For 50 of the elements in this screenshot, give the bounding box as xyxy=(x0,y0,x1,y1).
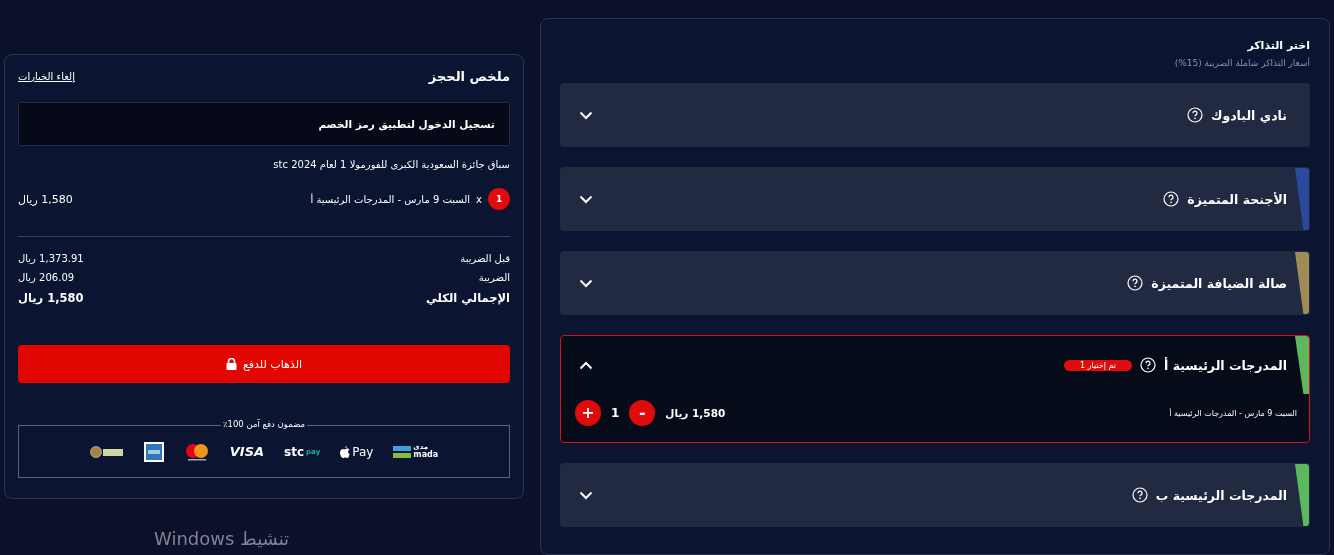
option-description: السبت 9 مارس - المدرجات الرئيسية أ xyxy=(1169,408,1297,418)
quantity-badge: 1 xyxy=(488,188,510,210)
increase-button[interactable]: + xyxy=(575,400,601,426)
decrease-button[interactable]: - xyxy=(629,400,656,426)
section-title: اختر التذاكر xyxy=(1246,39,1310,52)
event-name: سباق جائزة السعودية الكبرى للفورمولا 1 لعام stc 2024 xyxy=(272,159,510,170)
ticket-category-card[interactable]: الأجنحة المتميزة xyxy=(560,167,1310,231)
category-name: صالة الضيافة المتميزة xyxy=(1151,275,1287,291)
help-icon[interactable] xyxy=(1186,107,1203,123)
selection-badge: تم إختيار 1 xyxy=(1064,359,1132,371)
panel-title: ملخص الحجز xyxy=(428,69,510,84)
category-name: المدرجات الرئيسية أ xyxy=(1164,357,1287,373)
total-value: 1,580 ريال xyxy=(18,291,84,305)
help-icon[interactable] xyxy=(1163,191,1180,207)
visa-logo: VISA xyxy=(229,444,265,459)
help-icon[interactable] xyxy=(1131,487,1148,503)
amex-logo xyxy=(143,441,164,462)
apple-pay-logo: Pay xyxy=(340,444,374,459)
chevron-down-icon[interactable] xyxy=(579,278,593,288)
category-name: نادي البادوك xyxy=(1210,107,1287,123)
chevron-down-icon[interactable] xyxy=(579,490,593,500)
login-discount-banner[interactable]: تسجيل الدخول لتطبيق رمز الخصم xyxy=(18,102,510,146)
ticket-price: 1,580 ريال xyxy=(18,192,73,206)
category-name: المدرجات الرئيسية ب xyxy=(1155,487,1287,503)
help-icon[interactable] xyxy=(1127,275,1144,291)
multiply-sign: x xyxy=(476,193,482,205)
certification-badge-icon xyxy=(89,445,124,458)
activation-watermark-text: تنشيط Windows xyxy=(154,528,290,550)
total-value: 206.09 ريال xyxy=(18,272,75,283)
help-icon[interactable] xyxy=(1140,357,1156,373)
option-price: 1,580 ريال xyxy=(665,407,726,419)
total-label: قبل الضريبة xyxy=(460,253,510,264)
secure-payment-caption: مضمون دفع آمن 100٪ xyxy=(220,419,308,429)
ticket-category-card[interactable]: صالة الضيافة المتميزة xyxy=(560,251,1310,315)
ticket-category-card[interactable]: نادي البادوك xyxy=(560,83,1310,147)
chevron-up-icon[interactable] xyxy=(579,360,593,370)
ticket-description: السبت 9 مارس - المدرجات الرئيسية أ xyxy=(310,193,471,205)
cancel-options-link[interactable]: إلغاء الخيارات xyxy=(18,71,75,82)
chevron-down-icon[interactable] xyxy=(579,110,593,120)
total-value: 1,373.91 ريال xyxy=(18,253,84,264)
total-label: الضريبة xyxy=(478,272,510,283)
ticket-category-card[interactable]: المدرجات الرئيسية ب xyxy=(560,463,1310,527)
chevron-down-icon[interactable] xyxy=(579,194,593,204)
checkout-button[interactable]: الذهاب للدفع xyxy=(18,345,510,383)
category-name: الأجنحة المتميزة xyxy=(1187,191,1287,207)
lock-icon xyxy=(225,358,237,370)
mastercard-logo xyxy=(183,442,210,461)
tax-note: أسعار التذاكر شاملة الضريبة (15%) xyxy=(1173,58,1310,68)
total-label: الإجمالي الكلي xyxy=(425,291,510,305)
quantity-value: 1 xyxy=(611,406,620,420)
